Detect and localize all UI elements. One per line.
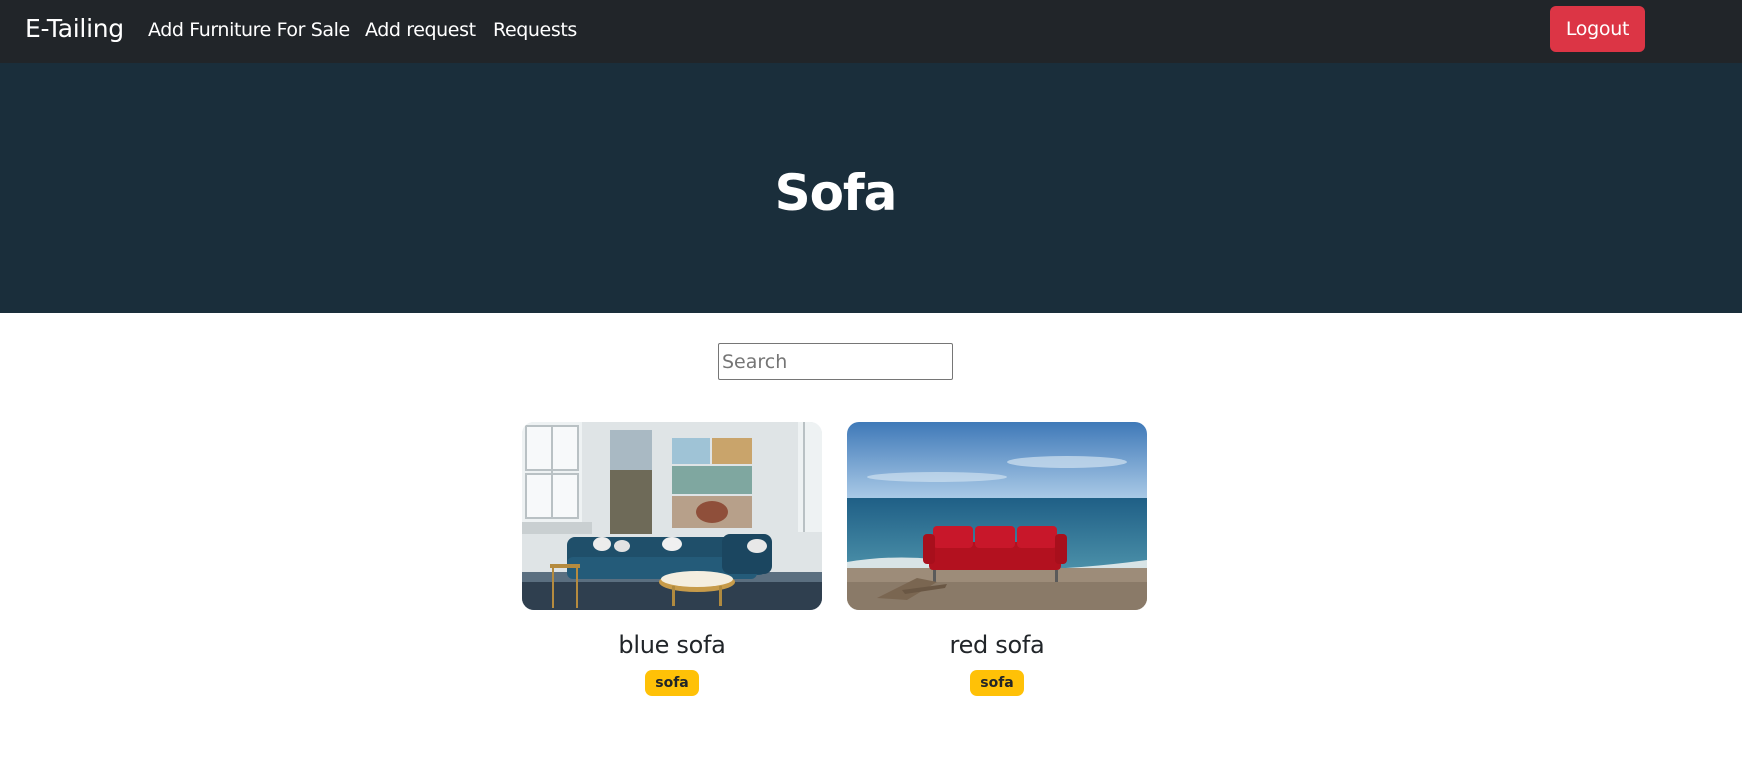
product-title: blue sofa [618, 631, 726, 659]
hero-banner: Sofa [0, 63, 1742, 313]
product-image-blue-sofa[interactable] [522, 422, 822, 610]
search-input[interactable] [718, 343, 953, 380]
product-title: red sofa [949, 631, 1045, 659]
top-navbar: E-Tailing Add Furniture For Sale Add req… [0, 0, 1742, 63]
logout-button[interactable]: Logout [1550, 6, 1645, 52]
product-card-red-sofa[interactable]: red sofa sofa [847, 422, 1147, 696]
page-title: Sofa [774, 164, 898, 222]
product-card-blue-sofa[interactable]: blue sofa sofa [522, 422, 822, 696]
nav-link-requests[interactable]: Requests [493, 18, 577, 42]
category-badge: sofa [645, 670, 699, 696]
nav-link-add-furniture[interactable]: Add Furniture For Sale [148, 18, 350, 42]
brand-link[interactable]: E-Tailing [25, 13, 124, 45]
nav-link-add-request[interactable]: Add request [365, 18, 476, 42]
category-badge: sofa [970, 670, 1024, 696]
product-image-red-sofa[interactable] [847, 422, 1147, 610]
